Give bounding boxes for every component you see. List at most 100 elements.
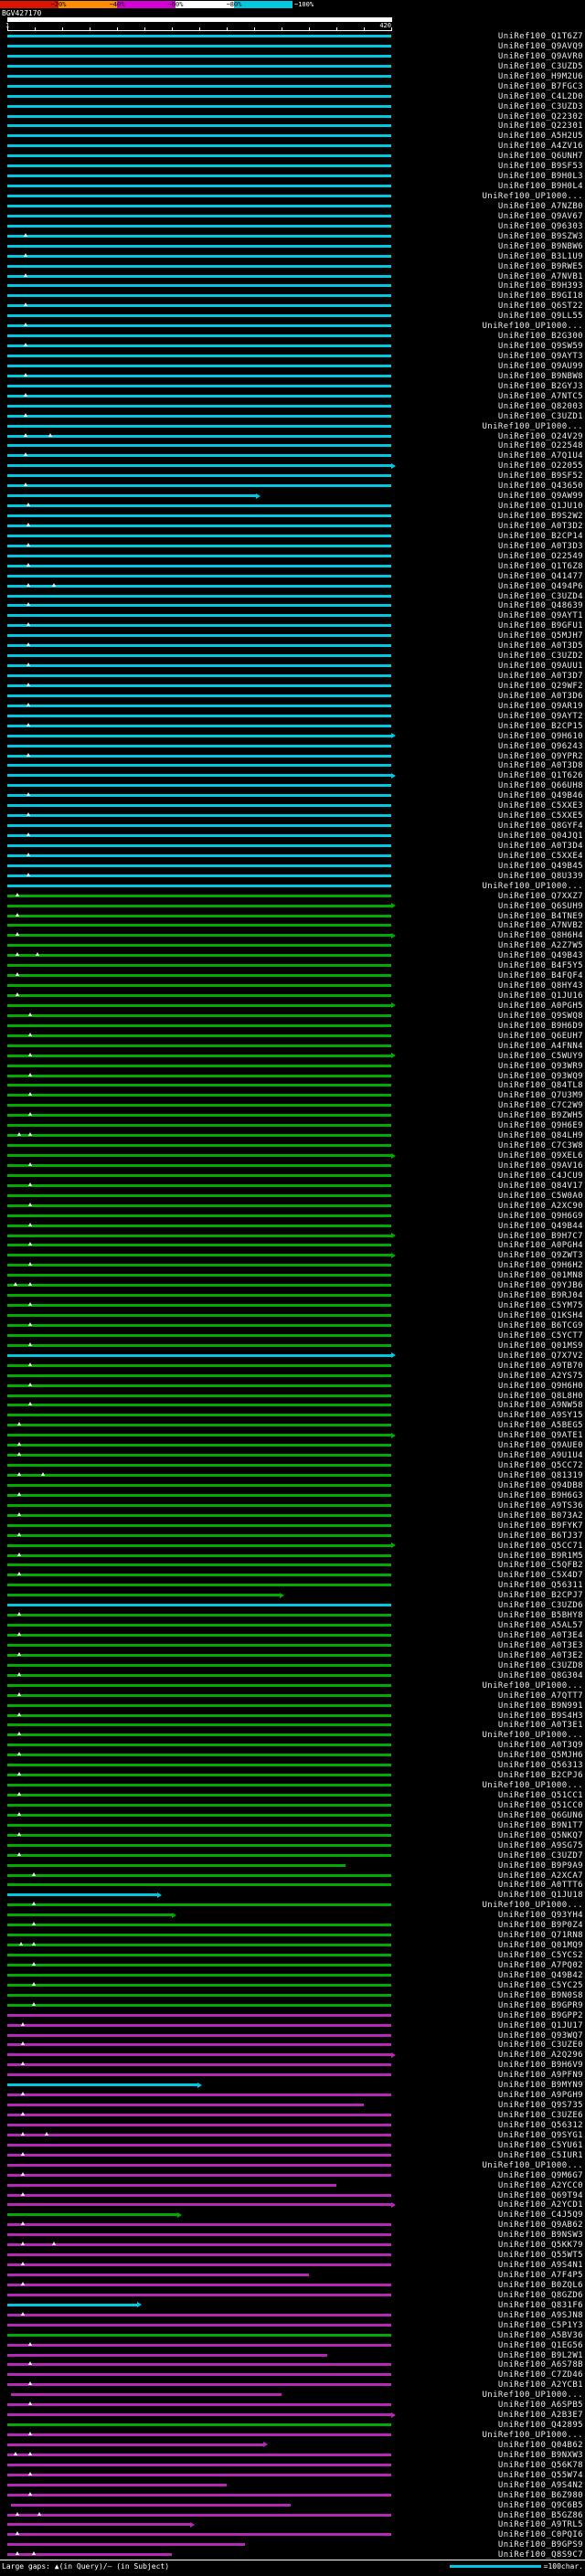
hit-label[interactable]: UniRef100_Q6UNH7	[498, 152, 583, 161]
hit-label[interactable]: UniRef100_Q6ST22	[498, 302, 583, 311]
hit-label[interactable]: UniRef100_A0T3E1	[498, 1721, 583, 1730]
hit-bar[interactable]	[7, 35, 391, 37]
hit-bar[interactable]	[7, 114, 391, 118]
hit-bar[interactable]	[7, 1294, 391, 1298]
hit-bar[interactable]	[7, 1173, 391, 1177]
hit-label[interactable]: UniRef100_Q9YJB6	[498, 1281, 583, 1290]
hit-label[interactable]: UniRef100_B9P0Z4	[498, 1921, 583, 1930]
hit-label[interactable]: UniRef100_A0T3D7	[498, 672, 583, 681]
hit-label[interactable]: UniRef100_A2XCA7	[498, 1871, 583, 1881]
hit-label[interactable]: UniRef100_C3UZD2	[498, 652, 583, 661]
hit-bar[interactable]	[7, 1523, 391, 1527]
hit-label[interactable]: UniRef100_UP1000...	[482, 422, 583, 431]
hit-label[interactable]: UniRef100_Q55WT5	[498, 2251, 583, 2260]
hit-label[interactable]: UniRef100_Q49B46	[498, 791, 583, 800]
hit-label[interactable]: UniRef100_A5AL57	[498, 1621, 583, 1630]
hit-bar[interactable]	[7, 2063, 391, 2067]
hit-label[interactable]: UniRef100_B9GPP2	[498, 2011, 583, 2020]
hit-bar[interactable]	[7, 1074, 391, 1077]
hit-bar[interactable]	[7, 2343, 391, 2347]
hit-bar[interactable]	[7, 2104, 364, 2107]
hit-bar[interactable]	[7, 1274, 391, 1277]
hit-bar[interactable]	[7, 334, 391, 338]
hit-label[interactable]: UniRef100_Q5NKQ7	[498, 1831, 583, 1840]
hit-label[interactable]: UniRef100_UP1000...	[482, 1681, 583, 1691]
hit-bar[interactable]	[7, 1903, 391, 1907]
hit-label[interactable]: UniRef100_B9GFU1	[498, 621, 583, 631]
hit-label[interactable]: UniRef100_Q9SW59	[498, 342, 583, 351]
hit-label[interactable]: UniRef100_B9R1M5	[498, 1552, 583, 1561]
hit-label[interactable]: UniRef100_C5YM75	[498, 1301, 583, 1310]
hit-bar[interactable]	[7, 1594, 280, 1597]
hit-label[interactable]: UniRef100_UP1000...	[482, 2431, 583, 2440]
hit-bar[interactable]	[7, 774, 391, 778]
hit-bar[interactable]	[7, 1323, 391, 1327]
hit-bar[interactable]	[7, 554, 391, 557]
hit-bar[interactable]	[7, 843, 391, 847]
hit-label[interactable]: UniRef100_O24V29	[498, 432, 583, 441]
hit-bar[interactable]	[7, 1564, 391, 1567]
hit-label[interactable]: UniRef100_B2GYJ3	[498, 382, 583, 391]
hit-bar[interactable]	[7, 994, 391, 997]
hit-label[interactable]: UniRef100_A9NW58	[498, 1401, 583, 1410]
hit-label[interactable]: UniRef100_Q9AVR0	[498, 52, 583, 61]
hit-bar[interactable]	[7, 1873, 391, 1877]
hit-label[interactable]: UniRef100_C5YC25	[498, 1981, 583, 1990]
hit-label[interactable]: UniRef100_UP1000...	[482, 2161, 583, 2170]
hit-label[interactable]: UniRef100_B9RWE5	[498, 262, 583, 271]
hit-bar[interactable]	[7, 1383, 391, 1387]
hit-bar[interactable]	[7, 2163, 391, 2167]
hit-label[interactable]: UniRef100_C5WUY9	[498, 1052, 583, 1061]
hit-bar[interactable]	[7, 234, 391, 238]
hit-label[interactable]: UniRef100_A9S4N2	[498, 2481, 583, 2490]
hit-bar[interactable]	[7, 195, 391, 197]
hit-label[interactable]: UniRef100_C5IUR1	[498, 2151, 583, 2160]
hit-bar[interactable]	[7, 2243, 391, 2247]
hit-bar[interactable]	[7, 1414, 391, 1417]
hit-label[interactable]: UniRef100_Q6SUH9	[498, 902, 583, 911]
hit-label[interactable]: UniRef100_B9H393	[498, 281, 583, 291]
hit-bar[interactable]	[7, 2333, 391, 2337]
hit-bar[interactable]	[7, 524, 391, 527]
hit-label[interactable]: UniRef100_A7NZB0	[498, 202, 583, 211]
hit-bar[interactable]	[7, 224, 391, 228]
hit-bar[interactable]	[7, 1643, 391, 1647]
hit-bar[interactable]	[7, 1104, 391, 1108]
hit-bar[interactable]	[7, 294, 391, 298]
hit-label[interactable]: UniRef100_B9MYN9	[498, 2081, 583, 2090]
hit-label[interactable]: UniRef100_B9S2W2	[498, 512, 583, 521]
hit-bar[interactable]	[7, 564, 391, 567]
hit-bar[interactable]	[7, 2493, 391, 2496]
hit-label[interactable]: UniRef100_C5YCT7	[498, 1331, 583, 1341]
hit-label[interactable]: UniRef100_B9N0S8	[498, 1991, 583, 2000]
hit-label[interactable]: UniRef100_A2YCC0	[498, 2181, 583, 2190]
hit-label[interactable]: UniRef100_A0T3E4	[498, 1631, 583, 1640]
hit-bar[interactable]	[7, 504, 391, 508]
hit-label[interactable]: UniRef100_Q1T626	[498, 771, 583, 780]
hit-bar[interactable]	[7, 1154, 391, 1157]
hit-label[interactable]: UniRef100_A7NTC5	[498, 392, 583, 401]
hit-label[interactable]: UniRef100_Q9AB62	[498, 2221, 583, 2230]
hit-bar[interactable]	[7, 1013, 391, 1017]
hit-label[interactable]: UniRef100_Q9SWQ8	[498, 1012, 583, 1021]
hit-bar[interactable]	[7, 754, 391, 758]
hit-bar[interactable]	[7, 1693, 391, 1697]
hit-label[interactable]: UniRef100_Q22301	[498, 122, 583, 131]
hit-bar[interactable]	[7, 1993, 391, 1997]
hit-label[interactable]: UniRef100_A7Q1U4	[498, 451, 583, 461]
hit-label[interactable]: UniRef100_Q49B43	[498, 951, 583, 960]
hit-label[interactable]: UniRef100_Q9H6H0	[498, 1382, 583, 1391]
hit-bar[interactable]	[7, 1954, 391, 1956]
hit-label[interactable]: UniRef100_A0T3Q9	[498, 1741, 583, 1750]
hit-bar[interactable]	[7, 1983, 391, 1987]
hit-bar[interactable]	[7, 1214, 391, 1217]
hit-bar[interactable]	[7, 1624, 391, 1627]
hit-bar[interactable]	[7, 1284, 391, 1288]
hit-label[interactable]: UniRef100_Q1T6Z7	[498, 32, 583, 41]
hit-label[interactable]: UniRef100_Q8L8H0	[498, 1392, 583, 1401]
hit-bar[interactable]	[7, 2433, 391, 2436]
hit-bar[interactable]	[7, 374, 391, 377]
hit-label[interactable]: UniRef100_C7ZD46	[498, 2370, 583, 2380]
hit-bar[interactable]	[7, 1614, 391, 1617]
hit-bar[interactable]	[7, 2153, 391, 2157]
